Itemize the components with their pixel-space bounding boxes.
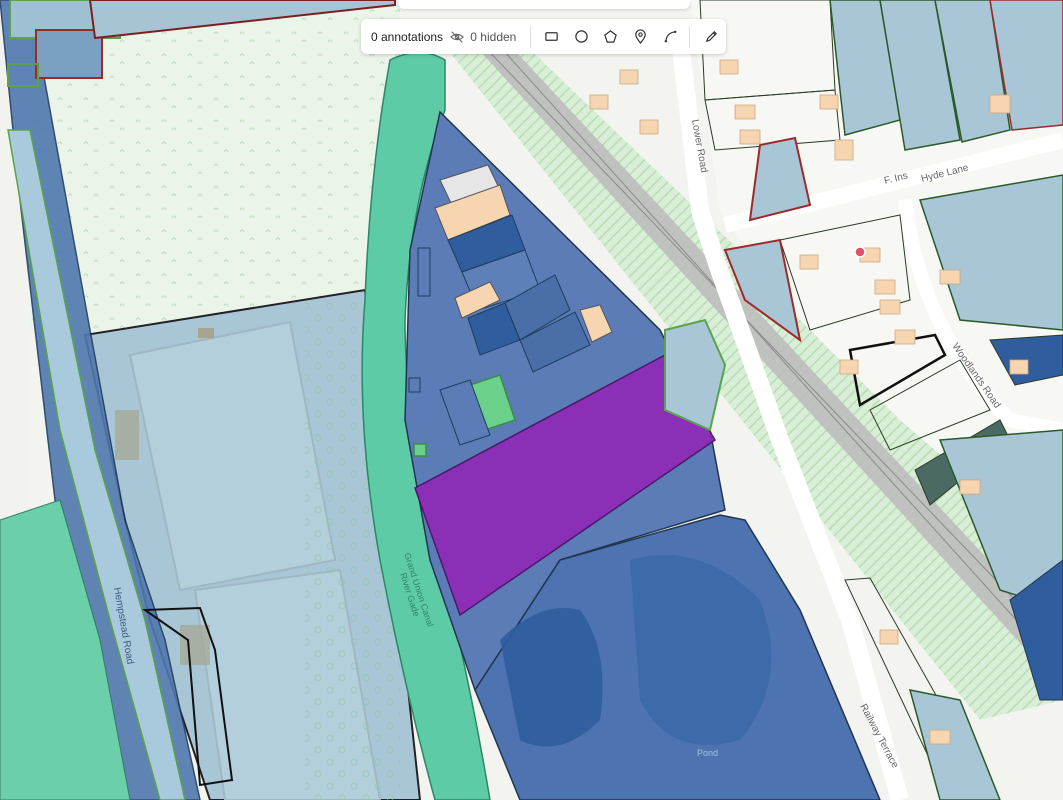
circle-tool-button[interactable] <box>566 22 596 52</box>
circle-icon <box>574 30 588 43</box>
toolbar-divider <box>529 25 531 48</box>
hempstead-building-2 <box>180 625 210 665</box>
tl-parcel-2[interactable] <box>35 29 103 79</box>
line-tool-button[interactable] <box>656 22 686 52</box>
hidden-count: 0 hidden <box>470 29 517 44</box>
building-12 <box>408 377 421 393</box>
rectangle-icon <box>545 32 558 41</box>
pentagon-icon <box>604 30 618 43</box>
annotation-toolbar: 0 annotations 0 hidden <box>361 19 726 54</box>
rectangle-tool-button[interactable] <box>537 22 567 52</box>
eye-off-icon <box>450 30 465 43</box>
building-14 <box>417 247 431 297</box>
annotation-count: 0 annotations <box>371 29 444 44</box>
pencil-icon <box>705 30 717 43</box>
marker-tool-button[interactable] <box>626 22 656 52</box>
map-canvas[interactable]: Lower Road F. Ins Hyde Lane Woodlands Ro… <box>0 0 1063 800</box>
top-panel-edge <box>398 0 690 9</box>
hidden-toggle[interactable]: 0 hidden <box>450 30 525 44</box>
hempstead-building-1 <box>115 410 139 460</box>
pencil-tool-button[interactable] <box>696 22 726 52</box>
polygon-tool-button[interactable] <box>596 22 626 52</box>
map-pin-icon <box>635 29 646 44</box>
building-13 <box>413 443 427 457</box>
curve-line-icon <box>664 30 677 43</box>
label-pond: Pond <box>697 748 718 758</box>
toolbar-divider-2 <box>689 25 691 48</box>
small-grey-building <box>198 328 214 338</box>
location-marker-icon[interactable] <box>854 246 866 258</box>
